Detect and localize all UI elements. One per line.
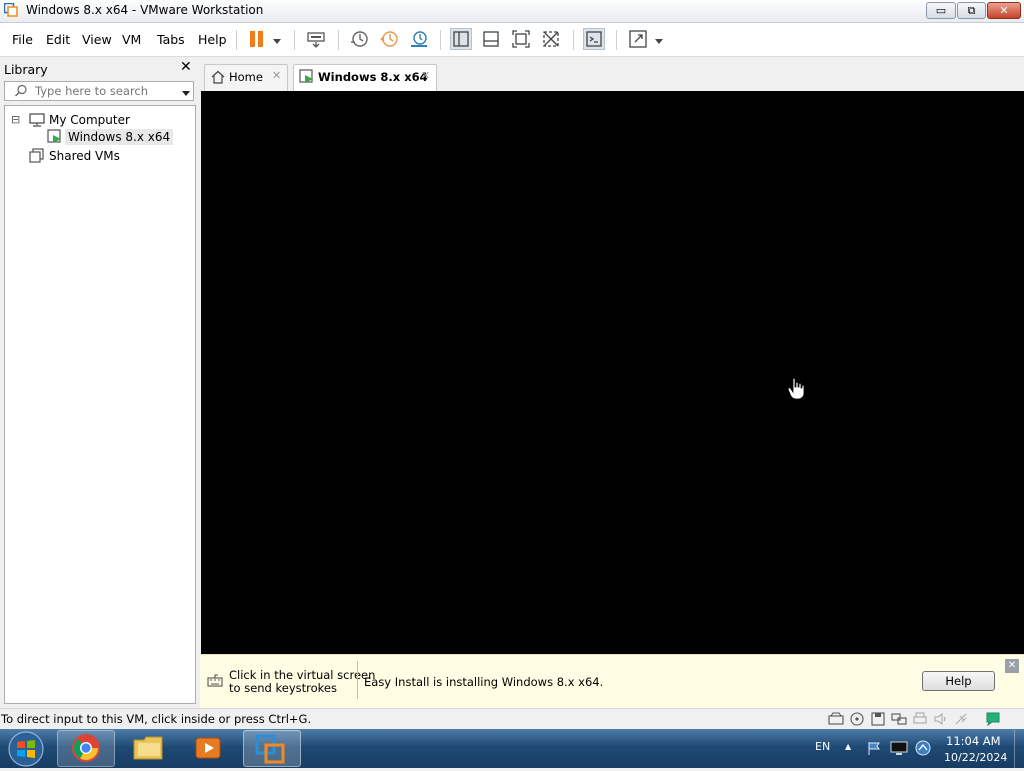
- vmware-app-icon[interactable]: [3, 2, 18, 17]
- stretch-guest-icon[interactable]: [627, 28, 649, 50]
- click-hint-line1: Click in the virtual screen: [229, 668, 376, 682]
- tab-home-label: Home: [229, 70, 263, 84]
- minimize-button[interactable]: ▭: [926, 2, 956, 19]
- file-explorer-icon: [132, 734, 166, 765]
- menu-view[interactable]: View: [82, 32, 112, 47]
- vm-tab-icon: [299, 69, 315, 88]
- console-view-icon[interactable]: [583, 28, 605, 50]
- dropdown-arrow-icon[interactable]: [272, 35, 282, 49]
- info-bar-close-icon[interactable]: ✕: [1005, 659, 1019, 673]
- window-title: Windows 8.x x64 - VMware Workstation: [26, 3, 264, 17]
- windows-start-icon[interactable]: [6, 730, 46, 771]
- message-log-icon[interactable]: [985, 711, 1001, 730]
- tray-flag-icon[interactable]: [866, 740, 882, 759]
- clock-date[interactable]: 10/22/2024: [944, 751, 1007, 764]
- click-hint-line2: to send keystrokes: [229, 681, 337, 695]
- tree-item-vm[interactable]: Windows 8.x x64: [65, 129, 174, 145]
- sound-card-icon[interactable]: [933, 712, 949, 729]
- tree-collapse-icon[interactable]: ⊟: [11, 113, 20, 126]
- toolbar-separator: [440, 30, 441, 50]
- keyboard-icon: [207, 673, 223, 692]
- easy-install-message: Easy Install is installing Windows 8.x x…: [364, 675, 604, 689]
- toolbar-separator: [616, 30, 617, 50]
- pause-icon[interactable]: [246, 28, 268, 50]
- home-icon: [211, 70, 225, 87]
- vm-running-icon: [47, 129, 63, 148]
- menu-vm[interactable]: VM: [122, 32, 141, 47]
- info-bar-divider: [357, 661, 358, 699]
- status-text: To direct input to this VM, click inside…: [1, 712, 312, 726]
- dropdown-arrow-icon[interactable]: [654, 35, 664, 49]
- hand-cursor-icon: [787, 377, 805, 403]
- library-close-icon[interactable]: ✕: [180, 59, 192, 75]
- cd-dvd-icon[interactable]: [849, 712, 865, 729]
- toolbar-separator: [236, 30, 237, 50]
- menu-edit[interactable]: Edit: [46, 32, 70, 47]
- clock-time[interactable]: 11:04 AM: [946, 734, 1001, 748]
- tab-vm-label: Windows 8.x x64: [318, 70, 428, 84]
- restore-button[interactable]: ⧉: [957, 2, 986, 19]
- network-adapter-icon[interactable]: [891, 712, 907, 729]
- unity-icon[interactable]: [540, 28, 562, 50]
- menu-tabs[interactable]: Tabs: [157, 32, 185, 47]
- language-indicator[interactable]: EN: [815, 740, 830, 753]
- vmware-workstation-icon: [254, 733, 286, 768]
- menu-help[interactable]: Help: [198, 32, 227, 47]
- hard-disk-icon[interactable]: [828, 712, 844, 729]
- shared-vms-icon: [29, 148, 45, 167]
- media-player-icon: [193, 733, 223, 766]
- tree-item-my-computer[interactable]: My Computer: [49, 113, 130, 127]
- revert-snapshot-icon[interactable]: [378, 28, 400, 50]
- show-hidden-icons-icon[interactable]: ▲: [845, 742, 851, 751]
- close-button[interactable]: ✕: [987, 2, 1021, 19]
- library-tree: [4, 105, 196, 704]
- library-search-input[interactable]: [35, 84, 165, 98]
- snapshot-icon[interactable]: [348, 28, 370, 50]
- chrome-icon: [70, 732, 102, 767]
- usb-icon[interactable]: [954, 712, 970, 729]
- full-screen-icon[interactable]: [510, 28, 532, 50]
- search-dropdown-arrow-icon[interactable]: [181, 87, 191, 101]
- snapshot-manager-icon[interactable]: [408, 28, 430, 50]
- toolbar-separator: [338, 30, 339, 50]
- printer-icon[interactable]: [912, 712, 928, 729]
- toolbar-separator: [573, 30, 574, 50]
- computer-icon: [29, 113, 45, 130]
- help-button[interactable]: Help: [922, 671, 995, 691]
- menu-file[interactable]: File: [12, 32, 33, 47]
- tree-item-shared-vms[interactable]: Shared VMs: [49, 149, 120, 163]
- library-title: Library: [4, 62, 48, 77]
- thumbnail-bar-icon[interactable]: [480, 28, 502, 50]
- show-desktop-button[interactable]: [1014, 730, 1024, 768]
- tray-display-icon[interactable]: [890, 740, 908, 759]
- tab-vm-close-icon[interactable]: ✕: [421, 69, 430, 82]
- vm-console-screen[interactable]: [201, 91, 1024, 654]
- search-icon: [14, 84, 28, 101]
- toolbar-separator: [294, 30, 295, 50]
- tab-home-close-icon[interactable]: ✕: [272, 69, 281, 82]
- tray-network-icon[interactable]: [914, 740, 932, 759]
- library-view-icon[interactable]: [450, 28, 472, 50]
- floppy-icon[interactable]: [870, 712, 886, 729]
- send-ctrl-alt-del-icon[interactable]: [305, 28, 327, 50]
